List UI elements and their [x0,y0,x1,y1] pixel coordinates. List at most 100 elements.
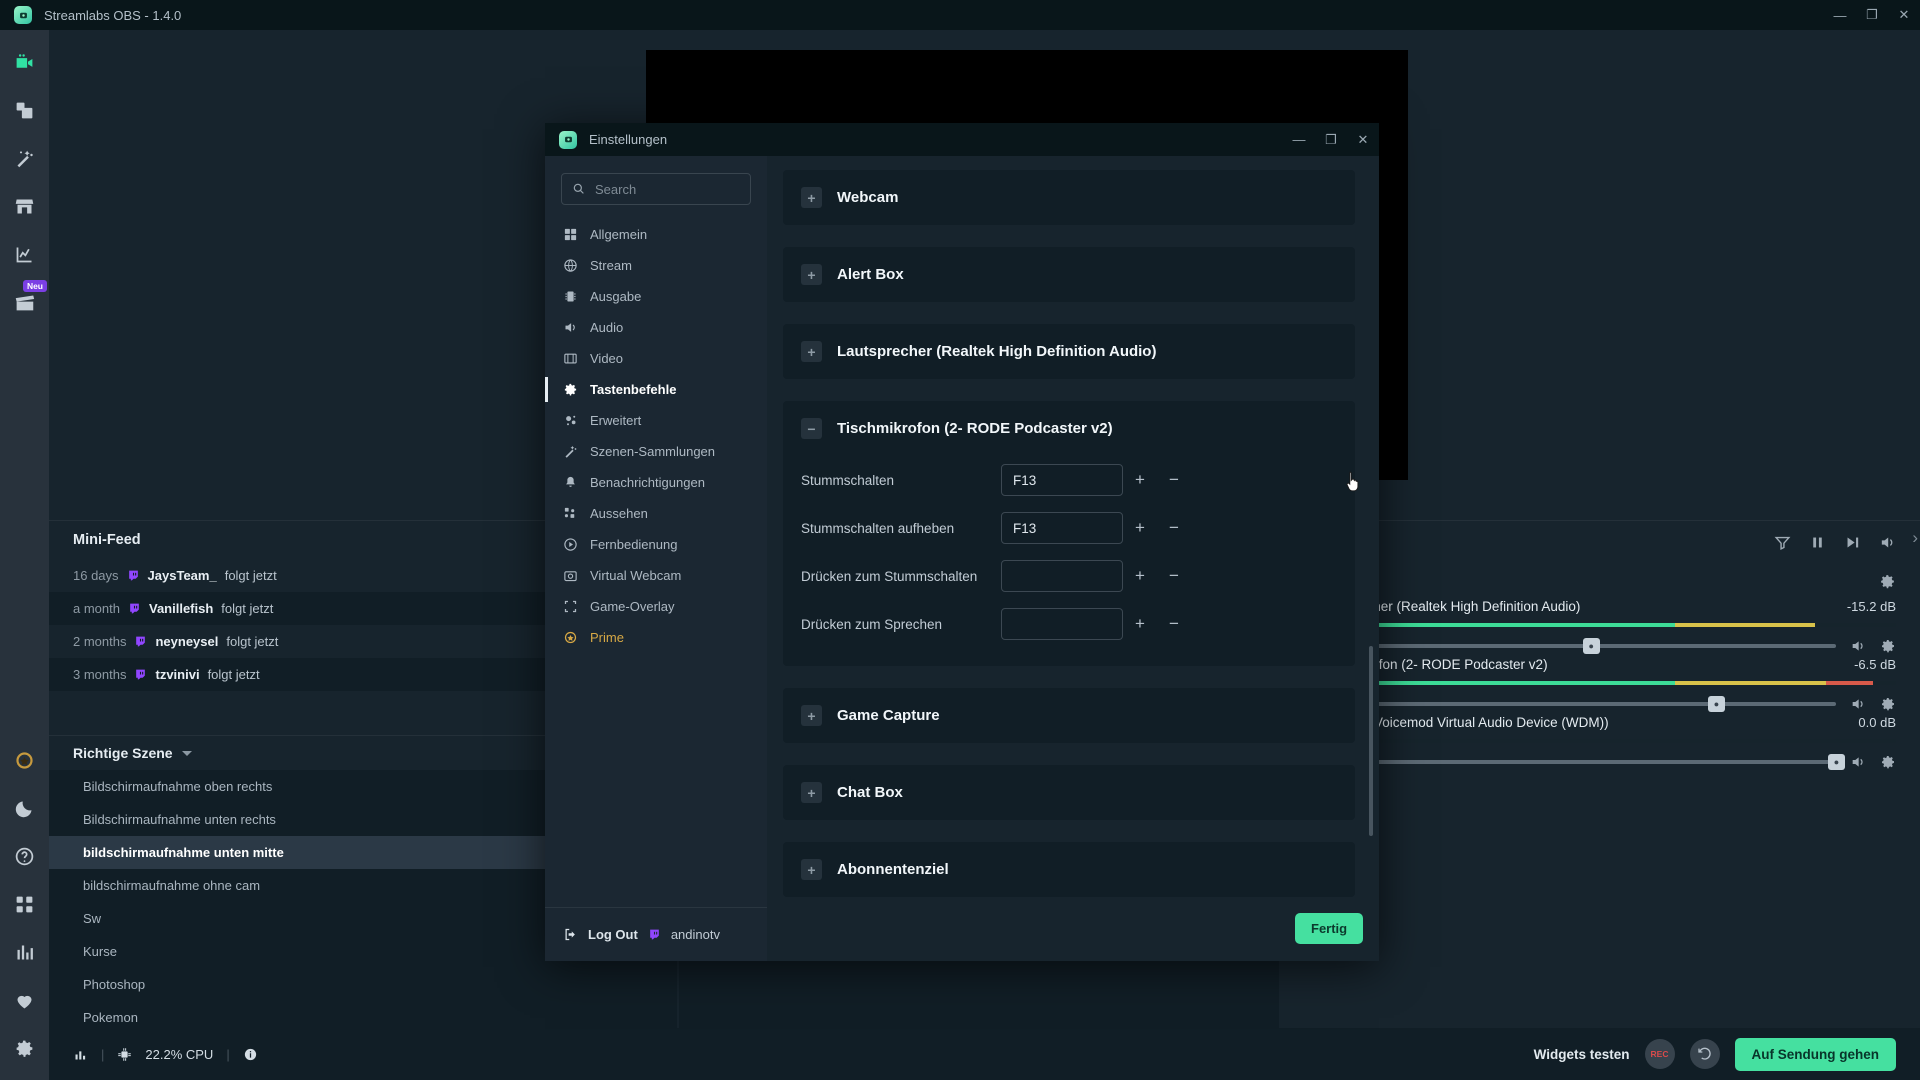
logout-icon[interactable] [563,927,578,942]
pause-icon[interactable] [1809,534,1826,551]
section-header[interactable]: − Tischmikrofon (2- RODE Podcaster v2) [801,401,1337,456]
settings-nav-item-szenen-sammlungen[interactable]: Szenen-Sammlungen [545,436,767,467]
volume-slider-handle[interactable]: ● [1582,638,1600,654]
volume-slider[interactable]: ● [1314,754,1845,770]
volume-icon[interactable] [1850,638,1866,654]
rail-item-stats[interactable] [0,230,49,278]
hotkey-add-button[interactable]: + [1123,614,1157,634]
hotkey-section-sub-goal[interactable]: + Abonnentenziel [783,842,1355,897]
settings-minimize-button[interactable]: — [1283,123,1315,156]
go-live-button[interactable]: Auf Sendung gehen [1734,1037,1896,1071]
settings-nav-item-tastenbefehle[interactable]: Tastenbefehle [545,374,767,405]
logout-button[interactable]: Log Out [588,927,638,942]
hotkey-section-chat-box[interactable]: + Chat Box [783,765,1355,820]
chevron-down-icon[interactable] [181,750,192,756]
hotkey-remove-button[interactable]: − [1157,518,1191,538]
volume-slider-handle[interactable]: ● [1828,754,1845,770]
rail-item-effects[interactable] [0,134,49,182]
settings-nav-item-video[interactable]: Video [545,343,767,374]
hotkey-section-game-capture[interactable]: + Game Capture [783,688,1355,743]
hotkey-add-button[interactable]: + [1123,518,1157,538]
gear-icon[interactable] [1880,638,1896,654]
search-input[interactable]: Search [561,173,751,205]
feed-username[interactable]: Vanillefish [149,601,213,616]
hotkey-add-button[interactable]: + [1123,470,1157,490]
content-scrollbar[interactable] [1369,646,1373,836]
hotkey-remove-button[interactable]: − [1157,470,1191,490]
hotkey-section-microphone[interactable]: − Tischmikrofon (2- RODE Podcaster v2) S… [783,401,1355,666]
rail-item-mixer[interactable] [0,928,49,976]
rail-item-studio[interactable]: Neu [0,278,49,326]
section-header[interactable]: + Game Capture [801,688,1337,743]
maximize-button[interactable]: ❐ [1856,0,1888,30]
section-header[interactable]: + Abonnentenziel [801,842,1337,897]
rail-item-prime[interactable] [0,736,49,784]
gear-icon[interactable] [1879,573,1896,590]
done-button[interactable]: Fertig [1295,913,1364,944]
settings-nav-item-aussehen[interactable]: Aussehen [545,498,767,529]
settings-nav-item-allgemein[interactable]: Allgemein [545,219,767,250]
info-circle-icon[interactable] [243,1047,258,1062]
settings-nav-item-erweitert[interactable]: Erweitert [545,405,767,436]
expand-icon[interactable]: + [801,341,822,362]
skip-forward-icon[interactable] [1844,534,1861,551]
close-button[interactable]: ✕ [1888,0,1920,30]
section-header[interactable]: + Alert Box [801,247,1337,302]
settings-maximize-button[interactable]: ❐ [1315,123,1347,156]
settings-nav-item-benachrichtigungen[interactable]: Benachrichtigungen [545,467,767,498]
test-widgets-button[interactable]: Widgets testen [1534,1047,1630,1062]
hotkey-add-button[interactable]: + [1123,566,1157,586]
hotkey-binding-input[interactable] [1001,608,1123,640]
filter-icon[interactable] [1774,534,1791,551]
settings-nav-item-game-overlay[interactable]: Game-Overlay [545,591,767,622]
expand-icon[interactable]: + [801,264,822,285]
rail-item-apps[interactable] [0,880,49,928]
settings-nav-item-fernbedienung[interactable]: Fernbedienung [545,529,767,560]
rail-item-feedback[interactable] [0,976,49,1024]
volume-icon[interactable] [1879,534,1896,551]
rail-item-help[interactable] [0,832,49,880]
expand-icon[interactable]: + [801,859,822,880]
rail-item-settings[interactable] [0,1024,49,1072]
hotkey-binding-input[interactable] [1001,560,1123,592]
collapse-panel-icon[interactable]: › [1912,528,1918,548]
section-header[interactable]: + Chat Box [801,765,1337,820]
rail-item-editor[interactable] [0,38,49,86]
rail-item-store[interactable] [0,182,49,230]
gear-icon[interactable] [1880,696,1896,712]
settings-nav-item-stream[interactable]: Stream [545,250,767,281]
settings-close-button[interactable]: ✕ [1347,123,1379,156]
hotkey-remove-button[interactable]: − [1157,566,1191,586]
hotkey-section-speaker[interactable]: + Lautsprecher (Realtek High Definition … [783,324,1355,379]
volume-icon[interactable] [1850,754,1866,770]
replay-buffer-button[interactable] [1689,1039,1720,1069]
rail-item-theme-toggle[interactable] [0,784,49,832]
settings-nav-item-audio[interactable]: Audio [545,312,767,343]
hotkey-section-webcam[interactable]: + Webcam [783,170,1355,225]
feed-username[interactable]: tzvinivi [155,667,199,682]
settings-nav-item-virtual-webcam[interactable]: Virtual Webcam [545,560,767,591]
volume-icon[interactable] [1850,696,1866,712]
record-button[interactable]: REC [1644,1039,1675,1069]
settings-nav-item-prime[interactable]: Prime [545,622,767,653]
hotkey-section-alert-box[interactable]: + Alert Box [783,247,1355,302]
hotkey-binding-input[interactable]: F13 [1001,464,1123,496]
collapse-icon[interactable]: − [801,418,822,439]
volume-slider[interactable]: ● [1314,696,1836,712]
section-header[interactable]: + Webcam [801,170,1337,225]
feed-username[interactable]: neyneysel [155,634,218,649]
expand-icon[interactable]: + [801,782,822,803]
volume-slider[interactable]: ● [1314,638,1836,654]
rail-item-themes[interactable] [0,86,49,134]
bar-chart-icon[interactable] [73,1047,88,1062]
volume-slider-handle[interactable]: ● [1707,696,1725,712]
expand-icon[interactable]: + [801,705,822,726]
gear-icon[interactable] [1880,754,1896,770]
expand-icon[interactable]: + [801,187,822,208]
section-header[interactable]: + Lautsprecher (Realtek High Definition … [801,324,1337,379]
feed-username[interactable]: JaysTeam_ [148,568,217,583]
hotkey-binding-input[interactable]: F13 [1001,512,1123,544]
scene-list-item[interactable]: Photoshop [49,968,677,1001]
settings-nav-item-ausgabe[interactable]: Ausgabe [545,281,767,312]
minimize-button[interactable]: — [1824,0,1856,30]
